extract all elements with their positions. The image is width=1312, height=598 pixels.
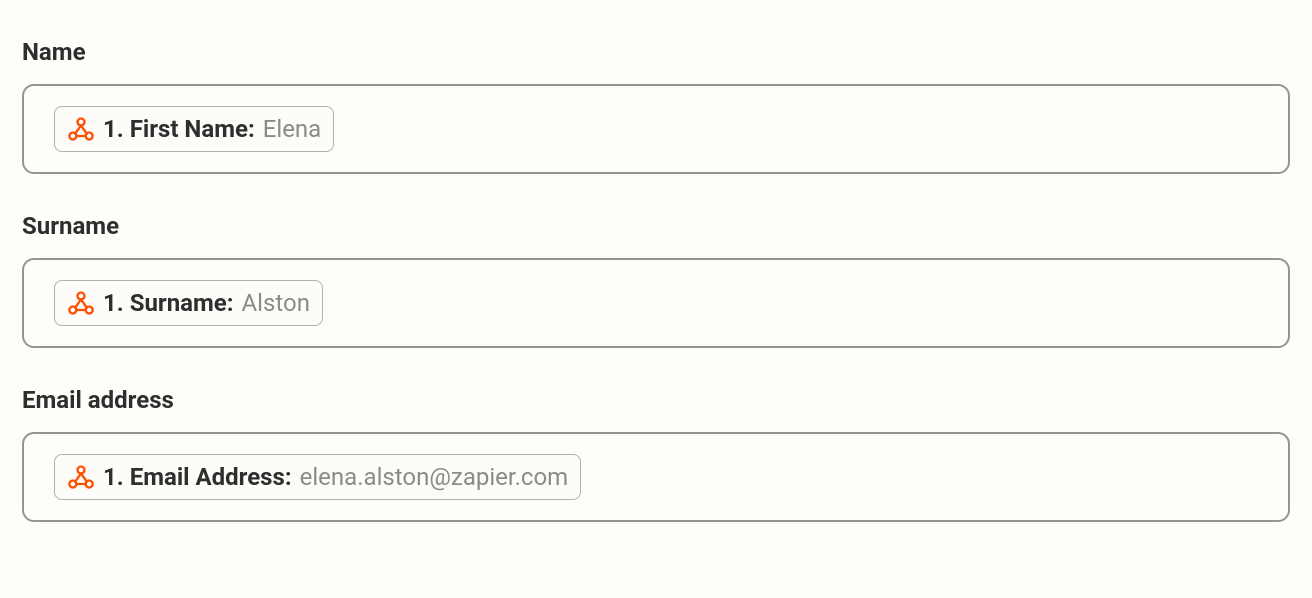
email-pill[interactable]: 1. Email Address: elena.alston@zapier.co… [54,454,581,500]
surname-label: Surname [22,212,1290,240]
email-pill-value: elena.alston@zapier.com [300,465,569,489]
email-label: Email address [22,386,1290,414]
name-pill-value: Elena [263,117,322,141]
name-label: Name [22,38,1290,66]
surname-pill-value: Alston [242,291,310,315]
webhook-icon [67,463,95,491]
surname-pill-key: 1. Surname: [103,291,234,315]
name-pill-key: 1. First Name: [103,117,255,141]
email-group: Email address 1. Email Address: elena.al… [22,386,1290,522]
surname-input[interactable]: 1. Surname: Alston [22,258,1290,348]
surname-pill[interactable]: 1. Surname: Alston [54,280,323,326]
email-input[interactable]: 1. Email Address: elena.alston@zapier.co… [22,432,1290,522]
name-input[interactable]: 1. First Name: Elena [22,84,1290,174]
name-pill[interactable]: 1. First Name: Elena [54,106,334,152]
webhook-icon [67,289,95,317]
name-group: Name 1. First Name: Elena [22,38,1290,174]
surname-group: Surname 1. Surname: Alston [22,212,1290,348]
email-pill-key: 1. Email Address: [103,465,292,489]
webhook-icon [67,115,95,143]
